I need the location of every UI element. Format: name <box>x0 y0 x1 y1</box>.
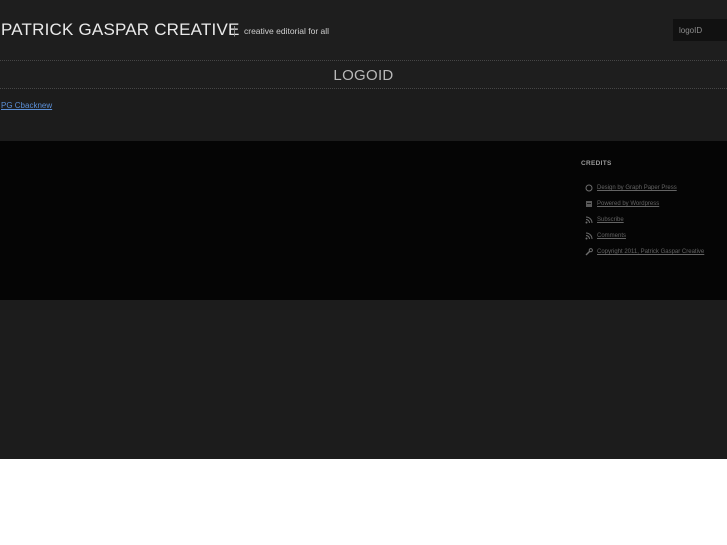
attachment-link[interactable]: PG Cbacknew <box>1 101 52 110</box>
title-separator: | <box>233 25 236 37</box>
site-footer: CREDITS Design by Graph Paper Press Powe… <box>0 141 727 300</box>
page-wrapper: PATRICK GASPAR CREATIVE | creative edito… <box>0 0 727 459</box>
site-tagline: creative editorial for all <box>244 26 330 36</box>
copyright-link[interactable]: Copyright 2011, Patrick Gaspar Creative <box>597 247 704 257</box>
credit-item-subscribe: Subscribe <box>584 215 727 225</box>
page-title: LOGOID <box>333 67 394 84</box>
credit-item-wordpress: Powered by Wordpress <box>584 199 727 209</box>
credits-heading: CREDITS <box>581 160 612 167</box>
bottom-area <box>0 300 727 459</box>
site-title[interactable]: PATRICK GASPAR CREATIVE <box>1 20 240 40</box>
rss-icon <box>584 232 593 240</box>
design-credit-link[interactable]: Design by Graph Paper Press <box>597 183 677 193</box>
credit-item-design: Design by Graph Paper Press <box>584 183 727 193</box>
main-content: PG Cbacknew <box>0 89 727 141</box>
rss-icon <box>584 216 593 224</box>
wordpress-credit-link[interactable]: Powered by Wordpress <box>597 199 659 209</box>
credit-item-comments: Comments <box>584 231 727 241</box>
search-box <box>673 19 727 41</box>
site-header: PATRICK GASPAR CREATIVE | creative edito… <box>0 0 727 60</box>
wrench-icon <box>584 248 593 256</box>
subscribe-link[interactable]: Subscribe <box>597 215 624 225</box>
search-input[interactable] <box>673 19 723 41</box>
page-title-bar: LOGOID <box>0 60 727 89</box>
circle-icon <box>584 184 593 192</box>
comments-feed-link[interactable]: Comments <box>597 231 626 241</box>
credit-item-copyright: Copyright 2011, Patrick Gaspar Creative <box>584 247 727 257</box>
wordpress-icon <box>584 200 593 208</box>
